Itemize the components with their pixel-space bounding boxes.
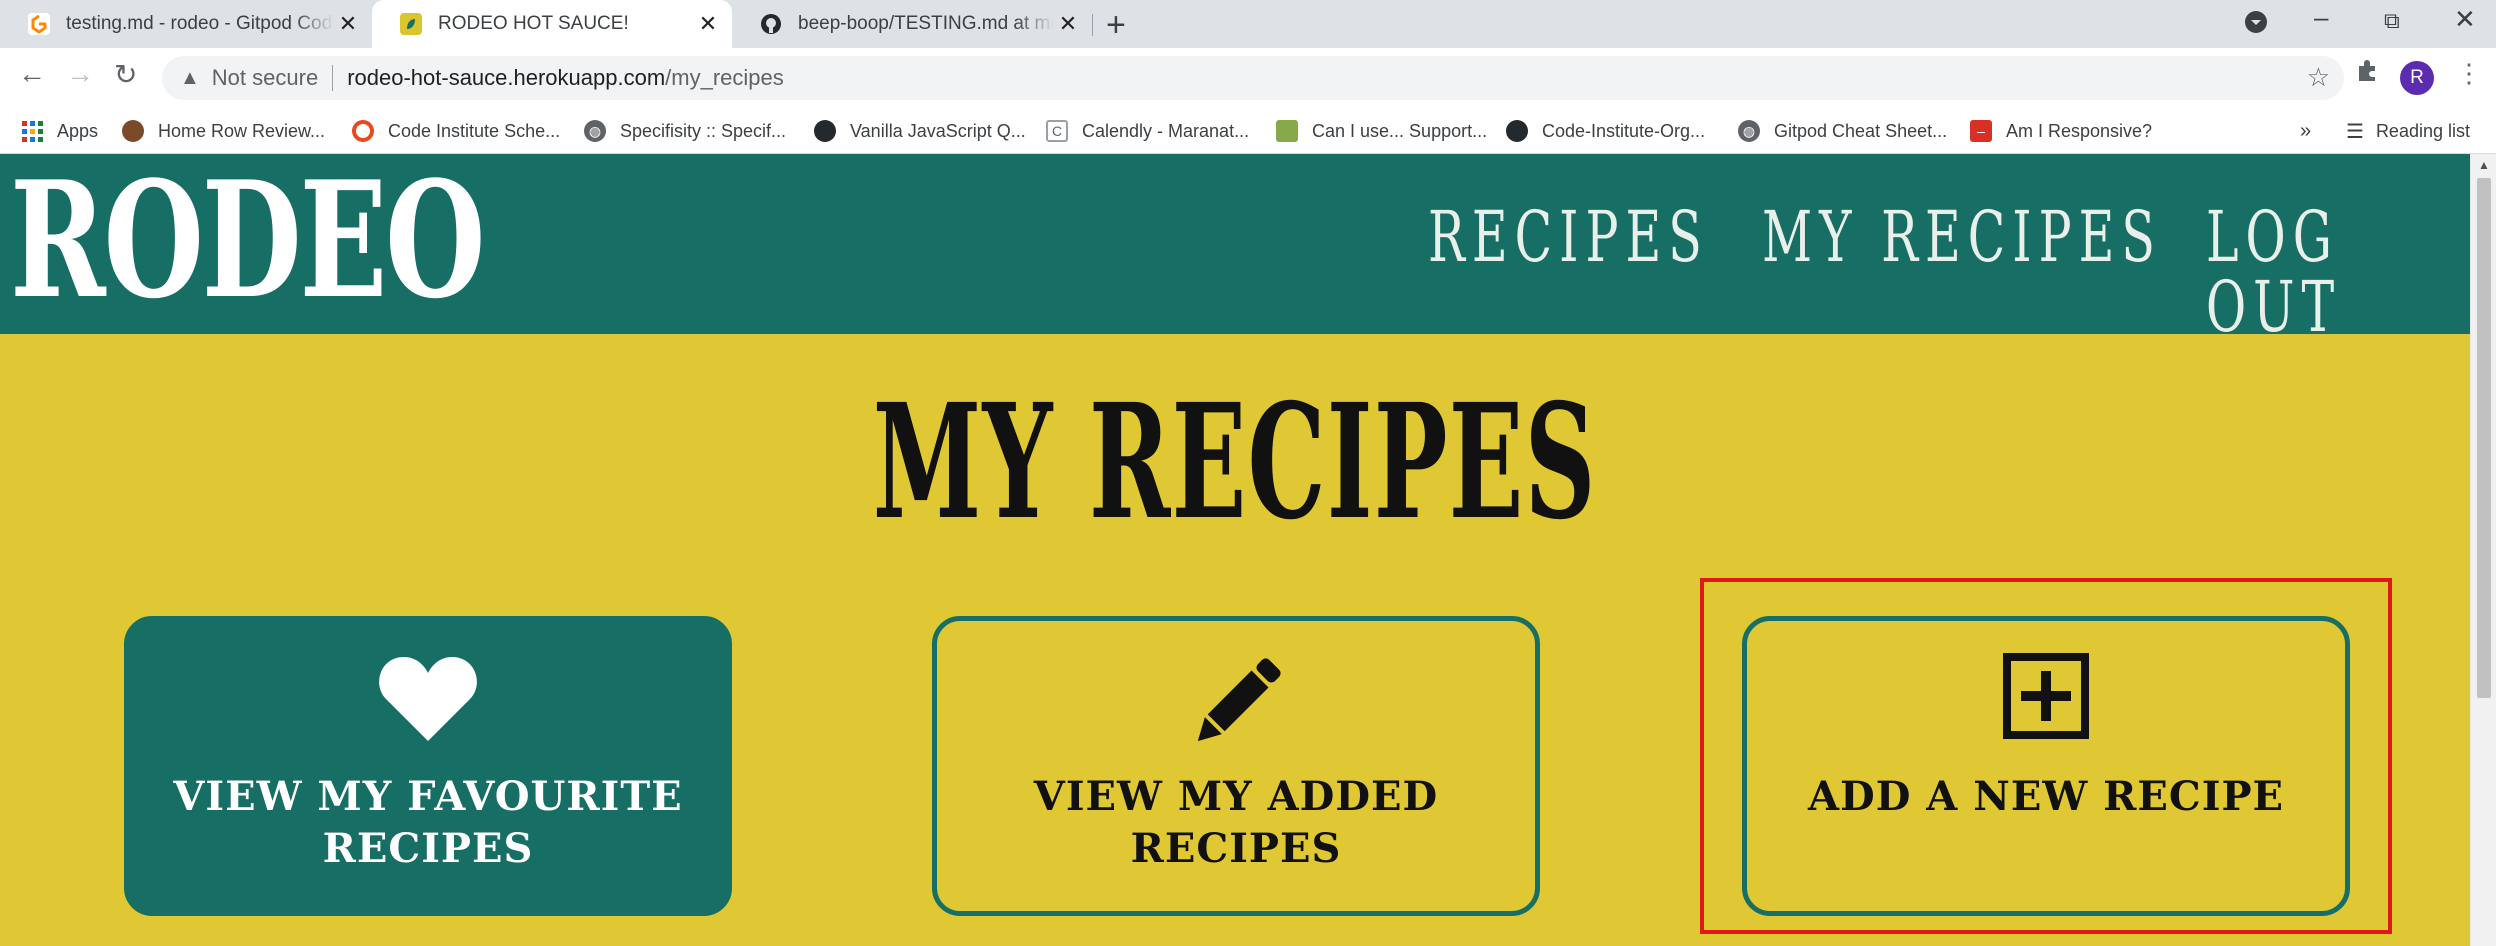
bookmark-label: Apps [57, 120, 99, 141]
warning-triangle-icon[interactable]: ▲ [180, 67, 200, 90]
globe-icon: ◍ [1738, 120, 1760, 142]
bookmark-gitpod-cheat-sheet[interactable]: ◍ Gitpod Cheat Sheet... [1738, 108, 1947, 154]
nav-link-my-recipes[interactable]: MY RECIPES [1762, 202, 2162, 272]
view-added-recipes-button[interactable]: VIEW MY ADDED RECIPES [932, 616, 1540, 916]
bookmark-label: Gitpod Cheat Sheet... [1774, 120, 1948, 141]
am-i-responsive-favicon-icon: – [1970, 120, 1992, 142]
new-tab-plus-icon[interactable]: + [1106, 6, 1126, 45]
bookmark-code-institute-org[interactable]: Code-Institute-Org... [1506, 108, 1705, 154]
bookmark-home-row[interactable]: Home Row Review... [122, 108, 325, 154]
globe-icon: ◍ [584, 120, 606, 142]
view-favourite-recipes-button[interactable]: VIEW MY FAVOURITE RECIPES [124, 616, 732, 916]
browser-toolbar: ← → ↻ ▲ Not secure rodeo-hot-sauce.herok… [0, 48, 2496, 108]
tab-github[interactable]: beep-boop/TESTING.md at master ✕ [732, 0, 1092, 48]
tab-close-icon[interactable]: ✕ [334, 11, 362, 37]
bookmark-label: Specifisity :: Specif... [620, 120, 787, 141]
minimize-icon[interactable]: – [2314, 2, 2328, 33]
github-icon [1506, 120, 1528, 142]
tab-close-icon[interactable]: ✕ [1054, 11, 1082, 37]
tab-close-icon[interactable]: ✕ [694, 11, 722, 37]
page-title: MY RECIPES [0, 384, 2470, 542]
tab-gitpod[interactable]: testing.md - rodeo - Gitpod Code ✕ [0, 0, 372, 48]
tab-title: RODEO HOT SAUCE! [438, 13, 629, 34]
profile-avatar[interactable]: R [2400, 61, 2434, 95]
site-logo[interactable]: RODEO [10, 160, 486, 320]
caniuse-favicon-icon [1276, 120, 1298, 142]
tab-search-icon[interactable] [2244, 10, 2268, 41]
address-bar[interactable]: ▲ Not secure rodeo-hot-sauce.herokuapp.c… [162, 56, 2344, 100]
pencil-icon [937, 653, 1535, 749]
code-institute-favicon-icon [352, 120, 374, 142]
bookmark-label: Vanilla JavaScript Q... [850, 120, 1026, 141]
bookmark-am-i-responsive[interactable]: – Am I Responsive? [1970, 108, 2152, 154]
bookmark-can-i-use[interactable]: Can I use... Support... [1276, 108, 1487, 154]
nav-link-log-out[interactable]: LOG OUT [2206, 202, 2391, 342]
extensions-puzzle-icon[interactable] [2354, 58, 2380, 91]
rodeo-favicon-icon [400, 13, 422, 35]
bookmark-code-institute[interactable]: Code Institute Sche... [352, 108, 560, 154]
scrollbar-thumb[interactable] [2477, 178, 2491, 698]
bookmark-specifisity[interactable]: ◍ Specifisity :: Specif... [584, 108, 786, 154]
bookmarks-overflow-icon[interactable]: » [2300, 108, 2311, 154]
heart-icon [129, 653, 727, 749]
apps-grid-icon [22, 120, 43, 142]
page-title-text: MY RECIPES [873, 370, 1597, 555]
bookmark-label: Code-Institute-Org... [1542, 120, 1706, 141]
site-navbar: RODEO RECIPES MY RECIPES LOG OUT [0, 154, 2470, 342]
bookmark-vanilla-js[interactable]: Vanilla JavaScript Q... [814, 108, 1026, 154]
reload-icon[interactable]: ↻ [114, 58, 137, 91]
bookmark-label: Code Institute Sche... [388, 120, 561, 141]
browser-tab-strip: testing.md - rodeo - Gitpod Code ✕ RODEO… [0, 0, 2496, 48]
url-host: rodeo-hot-sauce.herokuapp.com [347, 65, 666, 90]
bookmark-label: Can I use... Support... [1312, 120, 1488, 141]
bookmark-calendly[interactable]: C Calendly - Maranat... [1046, 108, 1249, 154]
tab-separator [1092, 14, 1093, 36]
bookmark-label: Am I Responsive? [2006, 120, 2153, 141]
card-label: VIEW MY ADDED RECIPES [1033, 773, 1439, 872]
scroll-up-arrow-icon[interactable]: ▲ [2478, 158, 2490, 172]
bookmarks-bar: Apps Home Row Review... Code Institute S… [0, 108, 2496, 154]
bookmark-star-icon[interactable]: ☆ [2307, 62, 2330, 93]
github-favicon-icon [760, 13, 782, 35]
url-path: /my_recipes [665, 65, 784, 90]
nav-link-recipes[interactable]: RECIPES [1428, 202, 1709, 272]
github-icon [814, 120, 836, 142]
address-divider [332, 65, 334, 91]
tab-rodeo[interactable]: RODEO HOT SAUCE! ✕ [372, 0, 732, 48]
avatar-favicon-icon [122, 120, 144, 142]
forward-arrow-icon[interactable]: → [66, 58, 94, 90]
restore-window-icon[interactable]: ⧉ [2384, 8, 2400, 34]
browser-menu-icon[interactable]: ⋮ [2456, 58, 2482, 89]
close-window-icon[interactable]: ✕ [2454, 4, 2476, 35]
security-status[interactable]: Not secure [212, 65, 318, 91]
calendly-favicon-icon: C [1046, 120, 1068, 142]
bookmark-apps[interactable]: Apps [22, 108, 98, 154]
back-arrow-icon[interactable]: ← [18, 58, 46, 90]
tab-title: testing.md - rodeo - Gitpod Code [66, 13, 334, 34]
reading-list-button[interactable]: ☰ Reading list [2346, 108, 2470, 154]
annotation-highlight-box [1700, 578, 2392, 934]
page-viewport: RODEO RECIPES MY RECIPES LOG OUT MY RECI… [0, 154, 2470, 946]
reading-list-icon: ☰ [2346, 120, 2364, 143]
bookmark-label: Home Row Review... [158, 120, 326, 141]
bookmark-label: Calendly - Maranat... [1082, 120, 1250, 141]
reading-list-label: Reading list [2375, 120, 2470, 141]
page-scrollbar[interactable]: ▲ [2470, 154, 2496, 946]
card-label: VIEW MY FAVOURITE RECIPES [173, 773, 683, 872]
tab-title: beep-boop/TESTING.md at master [798, 13, 1054, 34]
gitpod-favicon-icon [28, 13, 50, 35]
